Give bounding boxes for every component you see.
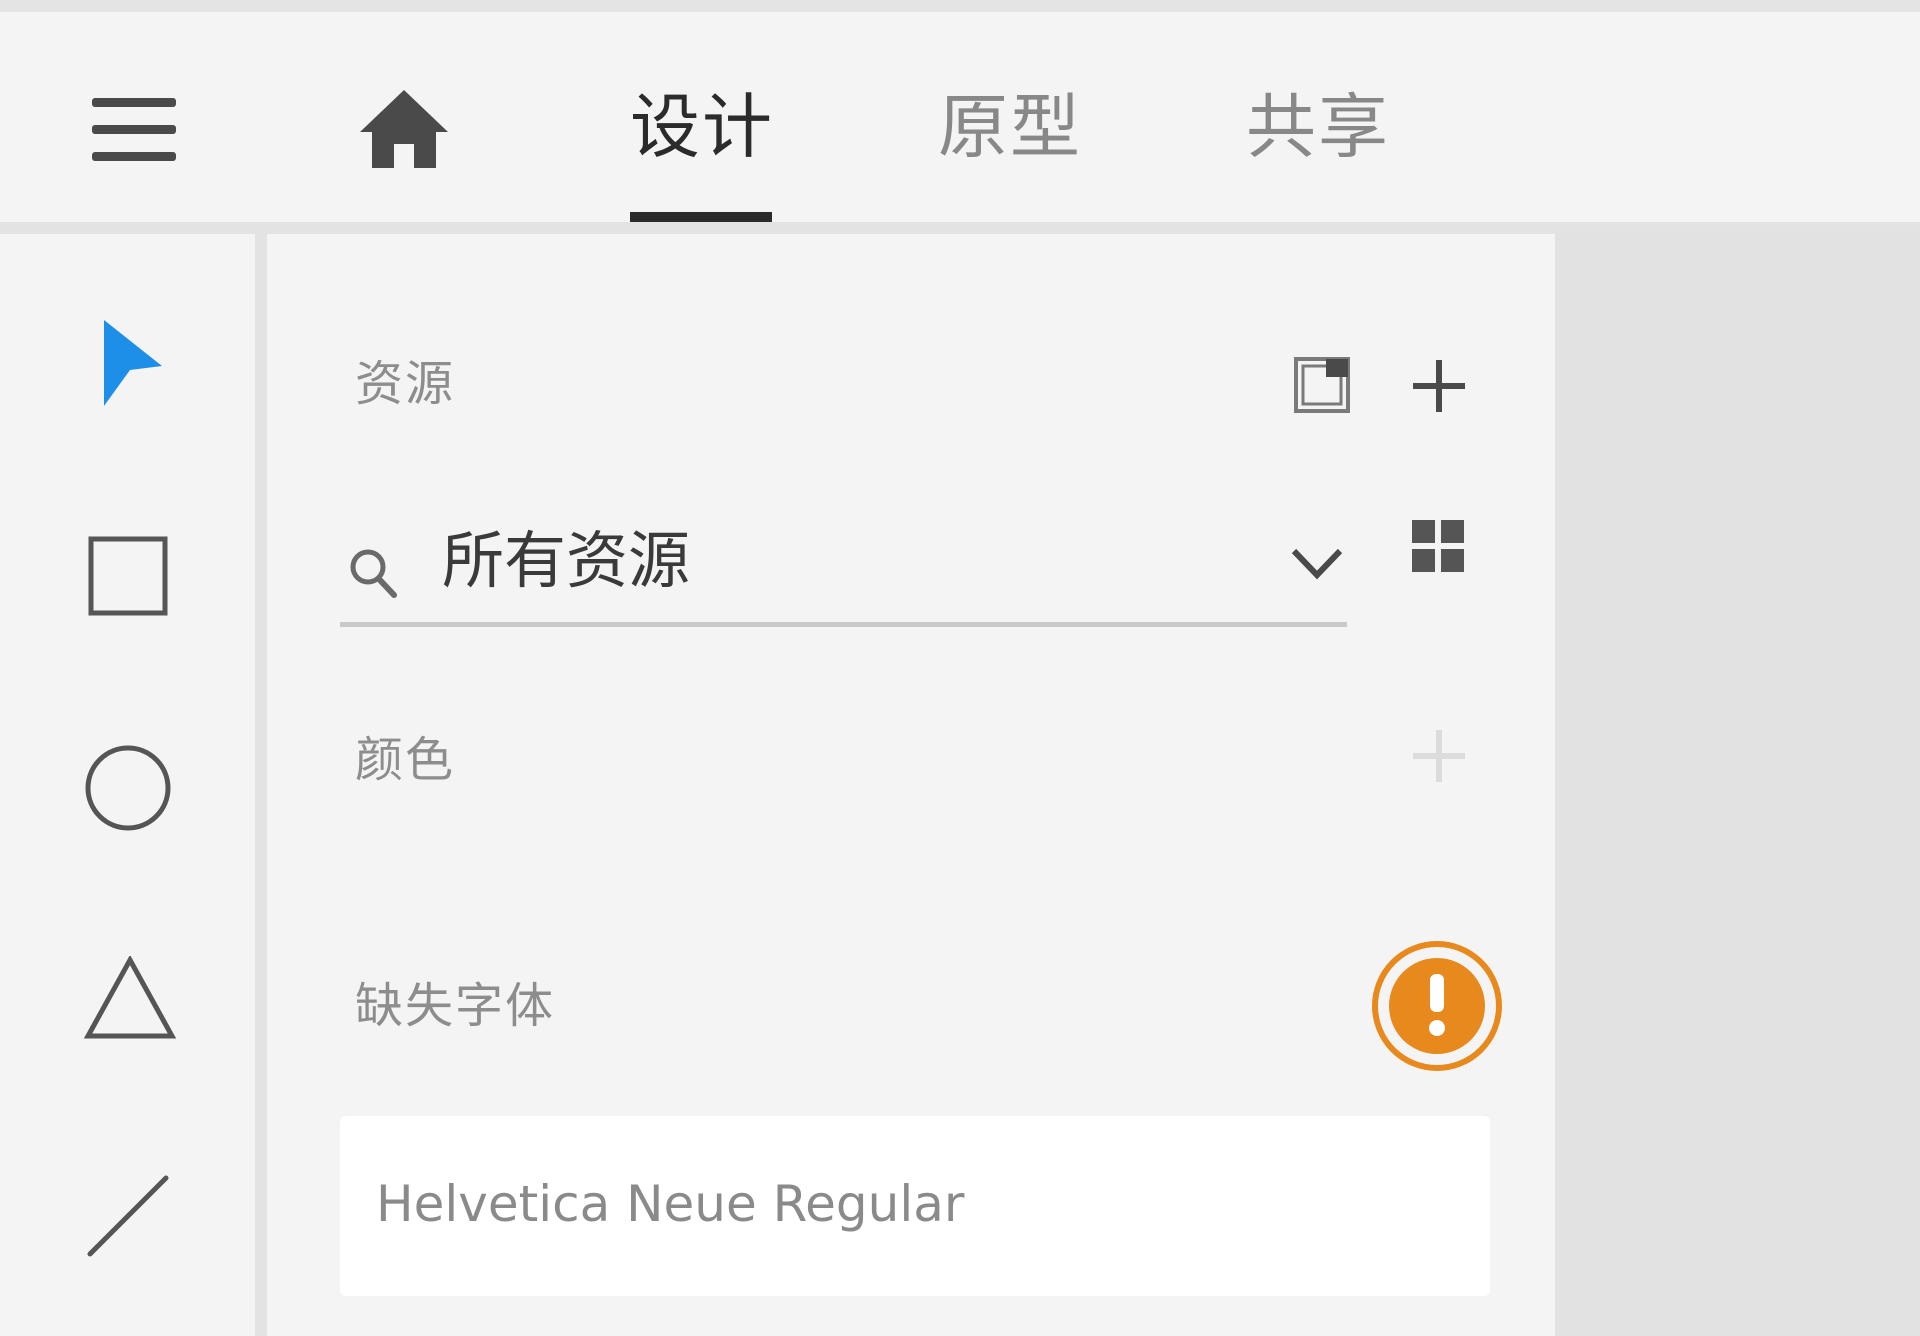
- rectangle-icon[interactable]: [88, 536, 168, 620]
- missing-fonts-title: 缺失字体: [355, 978, 556, 1034]
- chevron-down-icon[interactable]: [1290, 545, 1344, 585]
- select-arrow-icon[interactable]: [100, 318, 166, 412]
- tools-toolbar: [0, 234, 255, 1336]
- missing-font-name: Helvetica Neue Regular: [376, 1175, 965, 1233]
- add-asset-icon[interactable]: [1411, 358, 1467, 418]
- active-tab-indicator: [630, 212, 772, 222]
- hamburger-menu-icon[interactable]: [90, 94, 178, 166]
- home-icon[interactable]: [358, 88, 450, 170]
- tab-design[interactable]: 设计: [630, 82, 774, 172]
- colors-section-title: 颜色: [355, 732, 456, 788]
- missing-font-item[interactable]: Helvetica Neue Regular: [340, 1116, 1490, 1296]
- toolbar-divider: [255, 234, 267, 1336]
- asset-search-input[interactable]: [442, 505, 1222, 605]
- search-icon: [348, 547, 398, 603]
- triangle-icon[interactable]: [83, 954, 177, 1044]
- tab-share[interactable]: 共享: [1246, 82, 1390, 172]
- grid-view-icon[interactable]: [1410, 518, 1466, 578]
- ellipse-icon[interactable]: [84, 744, 172, 836]
- asset-search-bar: [340, 499, 1347, 627]
- window-top-strip: [0, 0, 1920, 12]
- warning-alert-icon[interactable]: [1371, 940, 1503, 1076]
- design-canvas[interactable]: [1555, 234, 1920, 1336]
- library-link-icon[interactable]: [1293, 356, 1351, 418]
- tab-prototype[interactable]: 原型: [938, 82, 1082, 172]
- topbar-divider: [0, 222, 1920, 234]
- top-navigation-bar: 设计 原型 共享: [0, 12, 1920, 222]
- add-color-icon: [1411, 728, 1467, 788]
- assets-panel: 资源 所有资源 颜色 缺失字体 Helvetica Neue Regular: [267, 234, 1555, 1336]
- assets-title: 资源: [355, 356, 456, 412]
- line-icon[interactable]: [86, 1174, 170, 1262]
